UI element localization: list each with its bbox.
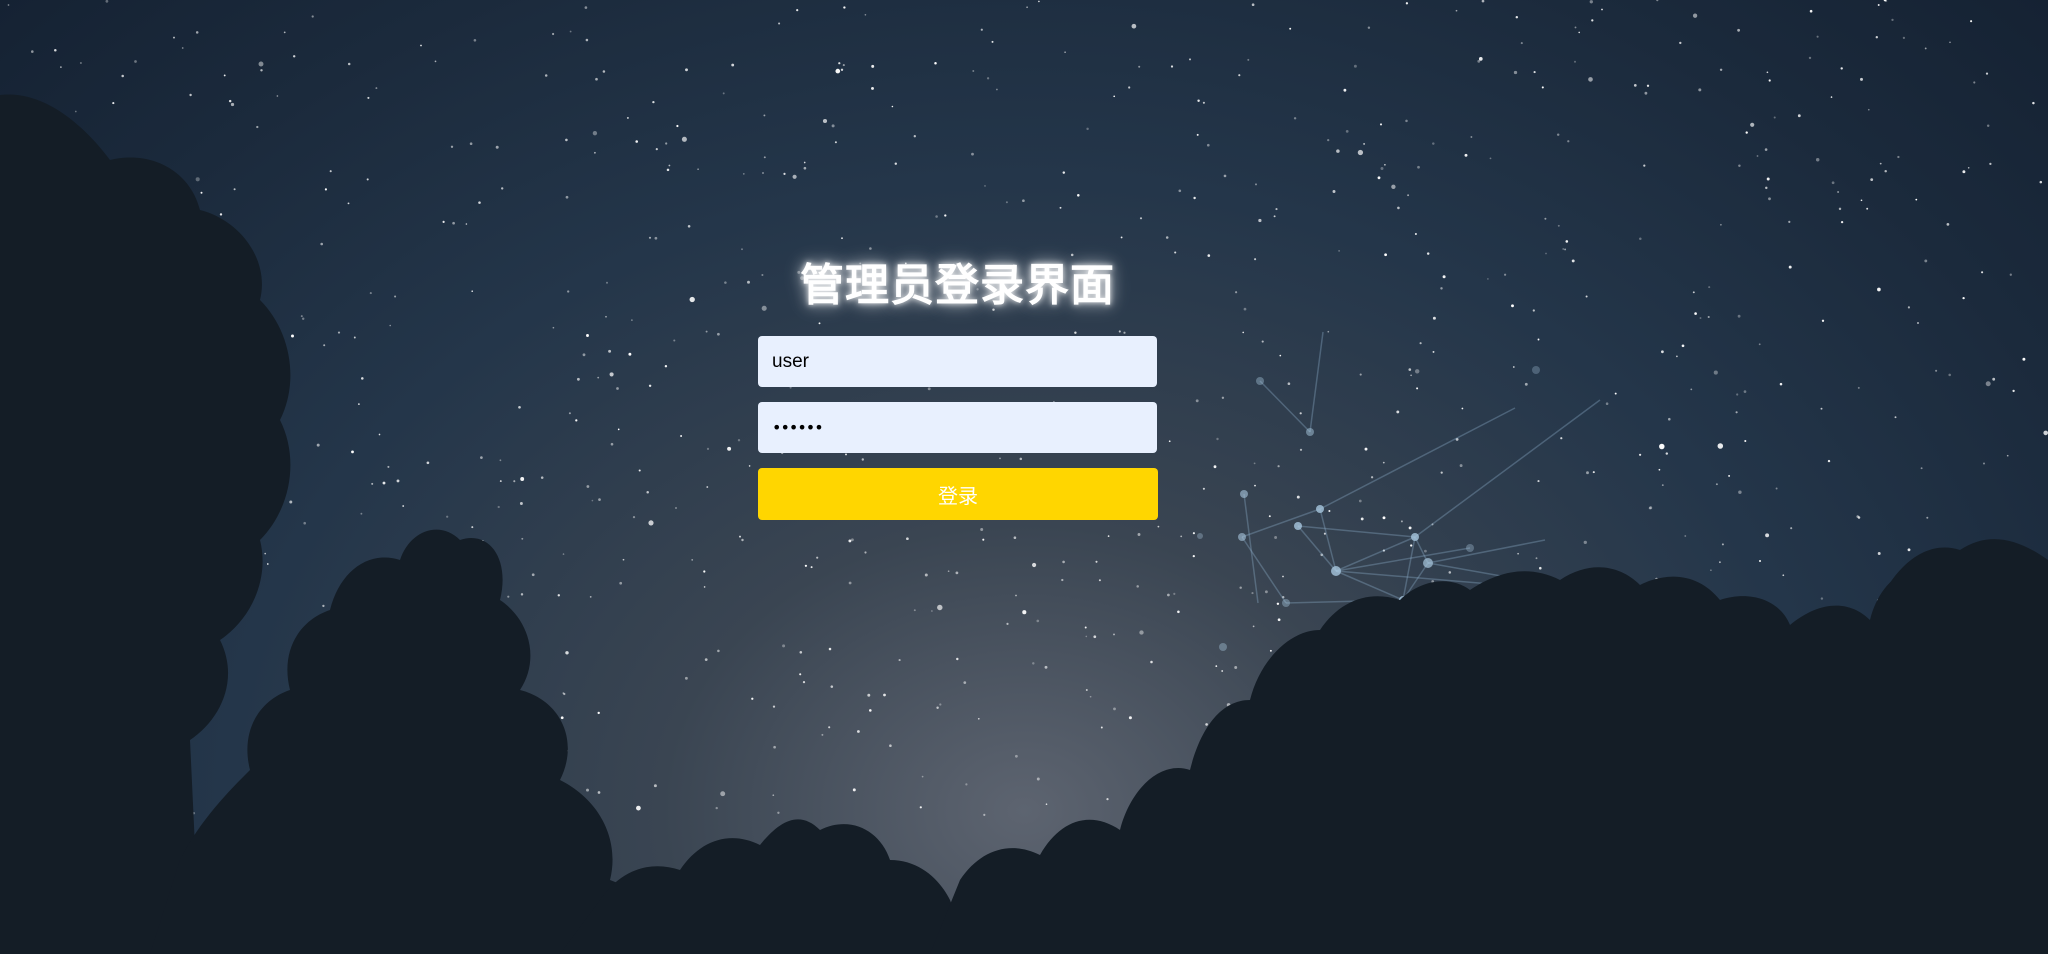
password-input[interactable] [758, 402, 1157, 453]
username-input[interactable] [758, 336, 1157, 387]
login-page: 管理员登录界面 登录 [0, 0, 2048, 954]
page-title: 管理员登录界面 [800, 260, 1115, 311]
login-form: 管理员登录界面 登录 [758, 258, 1158, 520]
login-button[interactable]: 登录 [758, 468, 1158, 520]
tree-silhouettes [0, 94, 2048, 954]
